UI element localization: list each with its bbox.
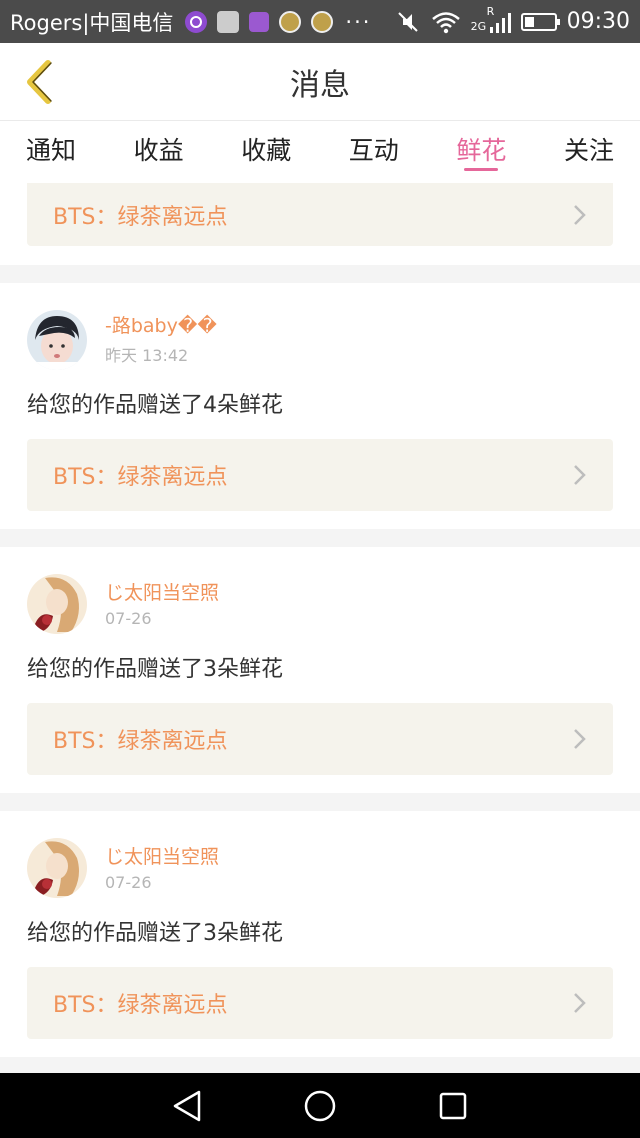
message-text: 给您的作品赠送了4朵鲜花 [27, 393, 283, 418]
message-feed: BTS：绿茶离远点 -路baby�� 昨天 13:42 给您的作品赠送了4朵鲜花… [0, 183, 640, 1073]
notification-icons [185, 10, 334, 33]
work-link[interactable]: BTS：绿茶离远点 [27, 183, 613, 246]
more-notifications-dots: ··· [345, 9, 372, 34]
work-title: BTS：绿茶离远点 [53, 993, 228, 1018]
list-item: BTS：绿茶离远点 [0, 183, 640, 265]
list-item: じ太阳当空照 07-26 给您的作品赠送了3朵鲜花 BTS：绿茶离远点 [0, 811, 640, 1057]
face-icon [279, 10, 302, 33]
tab-notifications[interactable]: 通知 [26, 121, 76, 177]
username[interactable]: じ太阳当空照 [105, 581, 219, 605]
wifi-icon [431, 11, 460, 33]
nav-back-button[interactable] [165, 1084, 209, 1128]
list-item: -路baby�� 昨天 13:42 给您的作品赠送了4朵鲜花 BTS：绿茶离远点 [0, 283, 640, 529]
recents-square-icon [440, 1092, 467, 1119]
chevron-right-icon [574, 204, 586, 225]
user-row: -路baby�� 昨天 13:42 [27, 309, 613, 371]
username[interactable]: じ太阳当空照 [105, 845, 219, 869]
category-tabs: 通知 收益 收藏 互动 鲜花 关注 [0, 121, 640, 183]
user-meta: じ太阳当空照 07-26 [105, 845, 219, 892]
avatar[interactable] [27, 310, 87, 370]
face-icon [311, 10, 334, 33]
avatar[interactable] [27, 574, 87, 634]
back-triangle-icon [173, 1090, 200, 1121]
tab-favorites[interactable]: 收藏 [241, 121, 291, 177]
user-row: じ太阳当空照 07-26 [27, 573, 613, 635]
tab-flowers[interactable]: 鲜花 [456, 121, 506, 177]
user-meta: -路baby�� 昨天 13:42 [105, 314, 217, 366]
app-header: 消息 [0, 43, 640, 121]
message-text: 给您的作品赠送了3朵鲜花 [27, 921, 283, 946]
page-title: 消息 [290, 67, 350, 103]
tab-follows[interactable]: 关注 [564, 121, 614, 177]
nav-home-button[interactable] [298, 1084, 342, 1128]
message-text: 给您的作品赠送了3朵鲜花 [27, 657, 283, 682]
status-left: Rogers|中国电信 ··· [10, 7, 371, 37]
list-item: じ太阳当空照 07-26 给您的作品赠送了3朵鲜花 BTS：绿茶离远点 [0, 547, 640, 793]
music-icon [185, 10, 208, 33]
back-button[interactable] [14, 57, 64, 107]
nav-recents-button[interactable] [431, 1084, 475, 1128]
network-label: 2G [470, 19, 487, 33]
work-title: BTS：绿茶离远点 [53, 204, 228, 230]
user-meta: じ太阳当空照 07-26 [105, 581, 219, 628]
gallery-icon [249, 11, 270, 32]
chevron-right-icon [574, 729, 586, 749]
clock: 09:30 [566, 9, 630, 34]
avatar[interactable] [27, 838, 87, 898]
username[interactable]: -路baby�� [105, 314, 217, 338]
work-link[interactable]: BTS：绿茶离远点 [27, 967, 613, 1039]
chevron-right-icon [574, 465, 586, 485]
chevron-right-icon [574, 993, 586, 1013]
work-link[interactable]: BTS：绿茶离远点 [27, 439, 613, 511]
home-circle-icon [304, 1090, 336, 1121]
status-bar: Rogers|中国电信 ··· R 2G 09:30 [0, 0, 640, 43]
tab-interactions[interactable]: 互动 [349, 121, 399, 177]
work-title: BTS：绿茶离远点 [53, 729, 228, 754]
battery-icon [520, 12, 560, 31]
work-link[interactable]: BTS：绿茶离远点 [27, 703, 613, 775]
signal-icon: R 2G [470, 5, 511, 37]
timestamp: 昨天 13:42 [105, 346, 189, 365]
system-nav-bar [0, 1073, 640, 1138]
timestamp: 07-26 [105, 608, 152, 628]
tab-earnings[interactable]: 收益 [134, 121, 184, 177]
timestamp: 07-26 [105, 872, 152, 892]
work-title: BTS：绿茶离远点 [53, 465, 228, 490]
mute-icon [397, 11, 418, 32]
chevron-left-icon [27, 60, 52, 104]
carrier-label: Rogers|中国电信 [10, 10, 174, 35]
photo-avatar-icon [217, 10, 240, 33]
user-row: じ太阳当空照 07-26 [27, 837, 613, 899]
status-right: R 2G 09:30 [395, 5, 630, 37]
